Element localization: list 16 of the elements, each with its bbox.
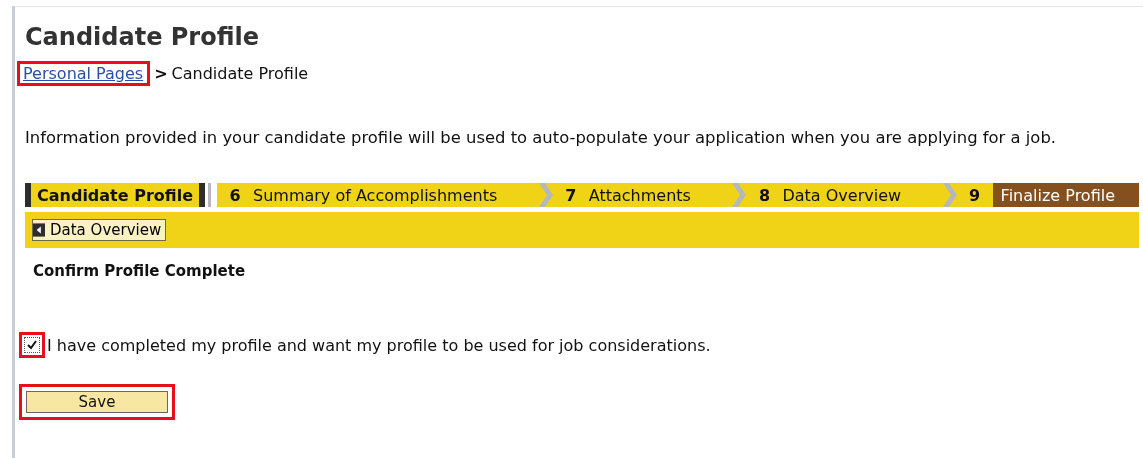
back-button[interactable]: Data Overview (32, 219, 167, 241)
breadcrumb-link[interactable]: Personal Pages (23, 64, 144, 83)
step-tab[interactable]: 6 Summary of Accomplishments (217, 183, 539, 207)
section-title: Confirm Profile Complete (33, 262, 247, 280)
page-title: Candidate Profile (25, 23, 260, 51)
save-button[interactable]: Save (26, 391, 168, 413)
checkbox-label: I have completed my profile and want my profile to be used for job considerations. (47, 335, 711, 355)
profile-step-title: Candidate Profile (25, 183, 205, 207)
intro-text: Information provided in your candidate profile will be used to auto-populate your application when you are applying for a job. (25, 128, 1057, 147)
step-tab[interactable]: 7 Attachments (552, 183, 733, 207)
breadcrumb-current: Candidate Profile (171, 64, 309, 83)
checkbox[interactable] (24, 337, 40, 353)
chevron-icon (732, 183, 747, 207)
breadcrumb-separator: > (154, 64, 168, 83)
step-tab[interactable]: 8 Data Overview (746, 183, 943, 207)
step-tab[interactable]: 9 Finalize Profile (956, 183, 1139, 207)
